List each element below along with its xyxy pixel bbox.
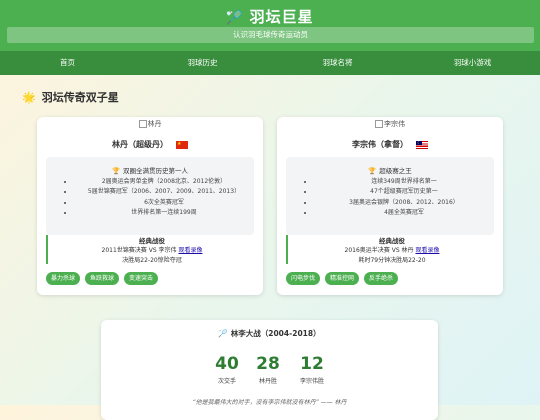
section-title: 🌟 羽坛传奇双子星: [22, 89, 119, 105]
site-header: 🏸 羽坛巨星 认识羽毛球传奇运动员: [0, 0, 540, 51]
classic-battle: 经典战役 2016奥运半决赛 VS 林丹 观看录像 耗时79分钟决胜局22-20: [286, 235, 496, 264]
honor-item: 世界排名第一连续199周: [74, 208, 254, 218]
battle-match: 2016奥运半决赛 VS 林丹 观看录像: [288, 245, 496, 254]
honor-item: 47个超级赛冠军历史第一: [314, 187, 494, 197]
player-card-lin-dan: 林丹 林丹（超级丹） 🏆双圈全满贯历史第一人 2届奥运会男单金牌（2008北京、…: [37, 117, 263, 295]
rivalry-title: 🏸 林李大战（2004-2018）: [101, 328, 438, 339]
honors-panel: 🏆超级赛之王 连续349周世界排名第一 47个超级赛冠军历史第一 3届奥运会银牌…: [286, 157, 494, 235]
stat-total: 40 次交手: [207, 354, 247, 385]
honors-title: 🏆 超级赛之王: [286, 165, 494, 175]
player-photo-alt: 林丹: [147, 120, 162, 128]
player-photo-alt: 李宗伟: [384, 120, 405, 128]
honors-title-text: 超级赛之王: [379, 167, 412, 175]
skill-tags: 暴力杀球 鱼跃救球 变速突击: [46, 272, 159, 285]
stat-label: 次交手: [217, 378, 236, 385]
player-photo: 林丹: [37, 119, 263, 129]
rivalry-panel: 🏸 林李大战（2004-2018） 40 次交手 28 林丹胜 12 李宗伟胜 “…: [101, 320, 438, 420]
battle-detail: 决胜局22-20惊险夺冠: [122, 257, 182, 264]
honors-panel: 🏆双圈全满贯历史第一人 2届奥运会男单金牌（2008北京、2012伦敦） 5届世…: [46, 157, 254, 235]
main-nav: 首页 羽球历史 羽球名将 羽球小游戏: [0, 51, 540, 75]
honor-item: 4届全英赛冠军: [314, 208, 494, 218]
stat-lee-wins: 12 李宗伟胜: [292, 354, 332, 385]
battle-detail: 耗时79分钟决胜局22-20: [358, 257, 426, 264]
player-card-lee-chong-wei: 李宗伟 李宗伟（拿督） 🏆超级赛之王 连续349周世界排名第一 47个超级赛冠军…: [277, 117, 503, 295]
broken-image-icon: [138, 120, 147, 128]
stat-lin-wins: 28 林丹胜: [248, 354, 288, 385]
classic-battle: 经典战役 2011世锦赛决赛 VS 李宗伟 观看录像 决胜局22-20惊险夺冠: [46, 235, 256, 264]
trophy-icon: 🏆: [111, 167, 121, 175]
player-photo: 李宗伟: [277, 119, 503, 129]
honors-list: 2届奥运会男单金牌（2008北京、2012伦敦） 5届世锦赛冠军（2006、20…: [46, 177, 254, 219]
skill-tags: 闪电步伐 精准控网 反手绝杀: [286, 272, 399, 285]
skill-tag[interactable]: 闪电步伐: [286, 272, 321, 285]
skill-tag[interactable]: 反手绝杀: [364, 272, 399, 285]
honor-item: 3届奥运会银牌（2008、2012、2016）: [314, 198, 494, 208]
nav-item-players[interactable]: 羽球名将: [270, 51, 405, 75]
broken-image-icon: [375, 120, 383, 128]
nav-item-home[interactable]: 首页: [0, 51, 135, 75]
battle-title: 经典战役: [139, 237, 165, 245]
skill-tag[interactable]: 变速突击: [124, 272, 159, 285]
tagline-bar: 认识羽毛球传奇运动员: [7, 27, 534, 43]
racket-icon: 🏸: [218, 329, 228, 338]
player-name-text: 李宗伟（拿督）: [352, 140, 408, 149]
watch-video-link[interactable]: 观看录像: [415, 247, 439, 254]
rivalry-title-text: 林李大战（2004-2018）: [230, 329, 321, 338]
stat-label: 林丹胜: [258, 378, 277, 385]
honor-item: 5届世锦赛冠军（2006、2007、2009、2011、2013）: [74, 187, 254, 197]
site-brand[interactable]: 🏸 羽坛巨星: [0, 6, 540, 27]
battle-match: 2011世锦赛决赛 VS 李宗伟 观看录像: [48, 245, 256, 254]
skill-tag[interactable]: 精准控网: [325, 272, 360, 285]
china-flag-icon: [176, 140, 188, 149]
section-title-text: 羽坛传奇双子星: [41, 91, 119, 104]
honors-title: 🏆 双圈全满贯历史第一人: [46, 165, 254, 175]
skill-tag[interactable]: 暴力杀球: [46, 272, 81, 285]
site-title: 羽坛巨星: [249, 8, 314, 26]
battle-match-text: 2016奥运半决赛 VS 林丹: [344, 247, 414, 254]
trophy-icon: 🏆: [368, 167, 377, 175]
player-name: 李宗伟（拿督）: [277, 139, 503, 150]
badminton-racket-icon: 🏸: [226, 11, 244, 26]
battle-match-text: 2011世锦赛决赛 VS 李宗伟: [101, 247, 177, 254]
honor-item: 连续349周世界排名第一: [314, 177, 494, 187]
nav-item-games[interactable]: 羽球小游戏: [405, 51, 540, 75]
honor-item: 2届奥运会男单金牌（2008北京、2012伦敦）: [74, 177, 254, 187]
honors-title-text: 双圈全满贯历史第一人: [123, 167, 189, 175]
stat-label: 李宗伟胜: [299, 378, 324, 385]
nav-item-history[interactable]: 羽球历史: [135, 51, 270, 75]
star-icon: 🌟: [22, 91, 36, 104]
site-tagline: 认识羽毛球传奇运动员: [233, 30, 308, 39]
honors-list: 连续349周世界排名第一 47个超级赛冠军历史第一 3届奥运会银牌（2008、2…: [286, 177, 494, 219]
stat-value: 28: [256, 354, 280, 374]
player-name-text: 林丹（超级丹）: [112, 140, 168, 149]
player-name: 林丹（超级丹）: [37, 139, 263, 150]
battle-title: 经典战役: [379, 237, 405, 245]
watch-video-link[interactable]: 观看录像: [178, 247, 202, 254]
stat-value: 12: [300, 354, 324, 374]
stat-value: 40: [215, 354, 239, 374]
skill-tag[interactable]: 鱼跃救球: [85, 272, 120, 285]
malaysia-flag-icon: [416, 140, 428, 149]
honor-item: 6次全英赛冠军: [74, 198, 254, 208]
